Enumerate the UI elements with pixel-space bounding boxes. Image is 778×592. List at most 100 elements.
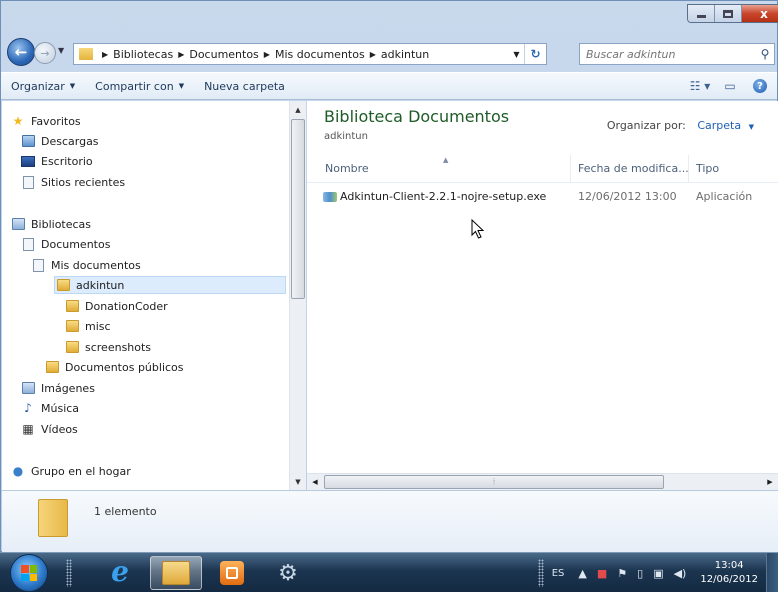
star-icon: ★ <box>12 114 24 128</box>
nav-label: Documentos públicos <box>65 360 184 374</box>
file-type-cell: Aplicación <box>696 190 753 203</box>
scrollbar-thumb[interactable]: ⦙ <box>324 475 664 489</box>
search-icon[interactable]: ⚲ <box>756 47 774 61</box>
mouse-cursor-icon <box>471 219 485 239</box>
nav-adkintun[interactable]: adkintun <box>54 276 286 294</box>
homegroup-icon: ● <box>12 464 24 478</box>
breadcrumb-adkintun[interactable]: adkintun <box>381 48 429 61</box>
folder-icon <box>38 499 68 537</box>
breadcrumb-documentos[interactable]: Documentos <box>189 48 258 61</box>
breadcrumb-mis-documentos[interactable]: Mis documentos <box>275 48 365 61</box>
internet-explorer-icon: e <box>111 555 129 588</box>
nav-favorites[interactable]: ★ Favoritos <box>10 112 81 130</box>
scrollbar-thumb[interactable] <box>291 119 305 299</box>
folder-icon <box>44 360 60 374</box>
chevron-right-icon[interactable]: ▶ <box>370 50 376 59</box>
preview-pane-icon[interactable]: ▭ <box>719 76 741 96</box>
new-folder-button[interactable]: Nueva carpeta <box>194 75 295 97</box>
minimize-button[interactable] <box>688 5 715 22</box>
view-options-icon[interactable]: ☷ ▾ <box>689 76 711 96</box>
chevron-down-icon: ▼ <box>58 46 65 55</box>
help-button[interactable]: ? <box>749 76 771 96</box>
power-icon[interactable]: ▯ <box>637 567 643 580</box>
nav-videos[interactable]: ▦ Vídeos <box>20 420 78 438</box>
search-input[interactable] <box>580 47 756 61</box>
explorer-window: x ← → ▼ ▶ Bibliotecas ▶ Documentos ▶ Mis… <box>0 0 778 552</box>
desktop-icon <box>20 154 36 168</box>
chevron-right-icon[interactable]: ▶ <box>264 50 270 59</box>
chevron-right-icon[interactable]: ▶ <box>102 50 108 59</box>
language-indicator[interactable]: ES <box>552 568 565 579</box>
nav-screenshots[interactable]: screenshots <box>64 338 151 356</box>
address-dropdown-icon[interactable]: ▼ <box>508 49 524 59</box>
chevron-right-icon[interactable]: ▶ <box>178 50 184 59</box>
nav-downloads[interactable]: Descargas <box>20 132 99 150</box>
scroll-right-icon[interactable]: ▶ <box>762 474 778 490</box>
nav-label: Vídeos <box>41 422 78 436</box>
action-center-icon[interactable]: ⚑ <box>617 567 627 580</box>
recent-places-icon <box>20 175 36 189</box>
share-button[interactable]: Compartir con ▼ <box>85 75 194 97</box>
taskbar-internet-explorer[interactable]: e <box>94 556 146 590</box>
nav-label: misc <box>85 319 111 333</box>
maximize-icon <box>723 9 733 18</box>
images-icon <box>20 381 36 395</box>
history-dropdown[interactable]: ▼ <box>58 46 64 55</box>
refresh-icon[interactable]: ↻ <box>524 44 546 64</box>
close-button[interactable]: x <box>742 5 778 22</box>
nav-documents[interactable]: Documentos <box>20 235 110 253</box>
nav-donationcoder[interactable]: DonationCoder <box>64 297 168 315</box>
navigation-scrollbar[interactable]: ▲ ▼ <box>289 101 306 490</box>
horizontal-scrollbar[interactable]: ◀ ⦙ ▶ <box>307 473 778 490</box>
column-type[interactable]: Tipo <box>690 155 778 183</box>
file-name-cell[interactable]: Adkintun-Client-2.2.1-nojre-setup.exe <box>323 188 573 206</box>
show-hidden-icons-icon[interactable]: ▲ <box>578 567 586 580</box>
back-button[interactable]: ← <box>7 38 35 66</box>
nav-misc[interactable]: misc <box>64 317 111 335</box>
organize-button[interactable]: Organizar ▼ <box>1 75 85 97</box>
my-documents-icon <box>30 258 46 272</box>
address-bar[interactable]: ▶ Bibliotecas ▶ Documentos ▶ Mis documen… <box>73 43 547 65</box>
search-box[interactable]: ⚲ <box>579 43 775 65</box>
window-controls: x <box>687 4 778 23</box>
scroll-down-icon[interactable]: ▼ <box>290 473 306 490</box>
nav-images[interactable]: Imágenes <box>20 379 95 397</box>
volume-icon[interactable]: ◀) <box>674 567 687 580</box>
chevron-down-icon: ▼ <box>178 82 185 90</box>
start-button[interactable] <box>10 554 48 592</box>
downloads-folder-icon <box>20 134 36 148</box>
item-count: 1 elemento <box>94 505 157 518</box>
column-headers: Nombre ▲ Fecha de modifica... Tipo <box>307 155 778 183</box>
arrange-label: Organizar por: <box>606 119 686 132</box>
file-list-pane: Biblioteca Documentos adkintun Organizar… <box>307 101 778 473</box>
minimize-icon <box>696 15 706 18</box>
forward-button[interactable]: → <box>34 42 56 64</box>
documents-icon <box>20 237 36 251</box>
table-row[interactable]: Adkintun-Client-2.2.1-nojre-setup.exe 12… <box>319 188 778 206</box>
nav-public-documents[interactable]: Documentos públicos <box>44 358 184 376</box>
nav-my-documents[interactable]: Mis documentos <box>30 256 141 274</box>
network-icon[interactable]: ▣ <box>653 567 663 580</box>
nav-desktop[interactable]: Escritorio <box>20 152 93 170</box>
nav-label: Descargas <box>41 134 99 148</box>
arrange-value-dropdown[interactable]: Carpeta <box>697 119 741 132</box>
breadcrumb-bibliotecas[interactable]: Bibliotecas <box>113 48 173 61</box>
taskbar-explorer[interactable] <box>150 556 202 590</box>
taskbar-settings[interactable]: ⚙ <box>262 556 314 590</box>
nav-libraries[interactable]: Bibliotecas <box>10 215 91 233</box>
nav-homegroup[interactable]: ● Grupo en el hogar <box>10 462 131 480</box>
nav-recent-places[interactable]: Sitios recientes <box>20 173 125 191</box>
nav-label: Imágenes <box>41 381 95 395</box>
chevron-down-icon[interactable]: ▼ <box>749 123 754 131</box>
scroll-left-icon[interactable]: ◀ <box>307 474 323 490</box>
clock[interactable]: 13:04 12/06/2012 <box>700 559 758 587</box>
taskbar-media-player[interactable] <box>206 556 258 590</box>
show-desktop-button[interactable] <box>766 553 778 592</box>
security-alert-icon[interactable]: ■ <box>597 567 607 580</box>
scroll-up-icon[interactable]: ▲ <box>290 101 306 118</box>
clock-time: 13:04 <box>714 560 744 571</box>
maximize-button[interactable] <box>715 5 742 22</box>
music-icon: ♪ <box>24 401 32 415</box>
nav-music[interactable]: ♪ Música <box>20 399 79 417</box>
column-date[interactable]: Fecha de modifica... <box>572 155 689 183</box>
